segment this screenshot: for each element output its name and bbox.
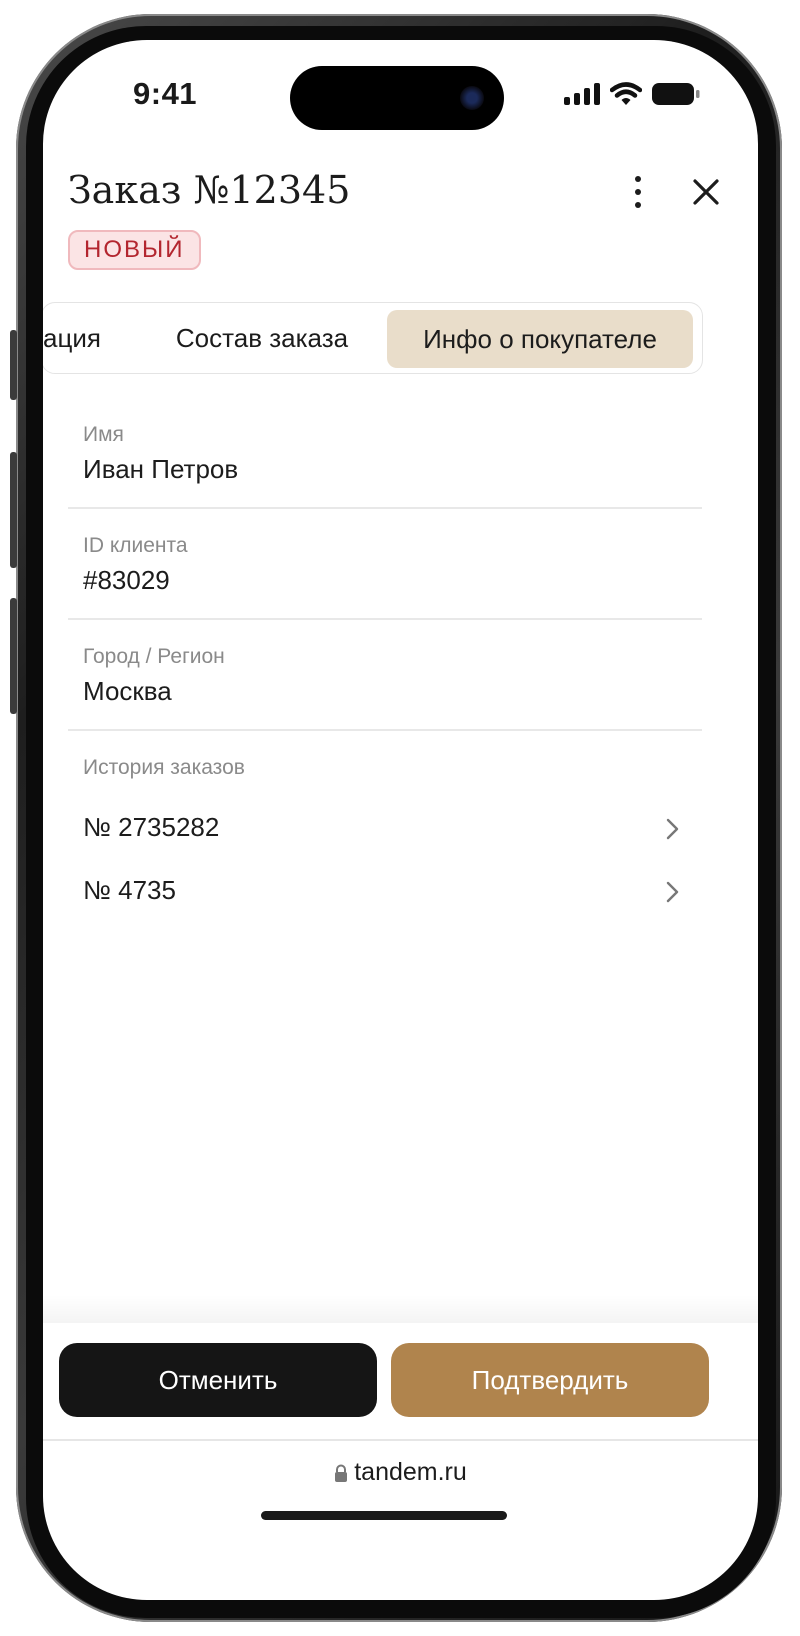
home-indicator[interactable] <box>261 1511 507 1520</box>
url-text: tandem.ru <box>354 1458 467 1486</box>
city-label: Город / Регион <box>83 645 225 668</box>
cancel-button[interactable]: Отменить <box>59 1343 377 1417</box>
status-time: 9:41 <box>133 76 198 111</box>
divider <box>68 729 702 731</box>
tab-info[interactable]: ация <box>43 303 137 373</box>
order-history-item[interactable]: № 4735 <box>68 865 702 923</box>
browser-address[interactable]: tandem.ru <box>43 1458 758 1487</box>
more-vertical-icon[interactable] <box>623 172 653 212</box>
order-history-label: История заказов <box>83 756 245 779</box>
close-icon[interactable] <box>686 172 726 212</box>
customer-id-value: #83029 <box>83 565 170 595</box>
order-history-number: № 4735 <box>83 875 176 905</box>
status-icons <box>564 82 700 106</box>
dot <box>635 189 641 195</box>
chevron-right-icon <box>666 818 679 840</box>
order-history-number: № 2735282 <box>83 812 220 842</box>
dot <box>635 202 641 208</box>
name-label: Имя <box>83 423 124 446</box>
phone-side-button <box>10 330 17 400</box>
dynamic-island <box>290 66 504 130</box>
screen: 9:41 Заказ №12345 НОВЫЙ ация Состав зака… <box>43 40 758 1600</box>
customer-id-label: ID клиента <box>83 534 188 557</box>
chevron-right-icon <box>666 881 679 903</box>
wifi-icon <box>610 82 642 105</box>
tab-bar: ация Состав заказа Инфо о покупателе <box>43 302 703 374</box>
name-value: Иван Петров <box>83 454 239 484</box>
signal-icon <box>564 83 600 105</box>
phone-side-button <box>10 598 17 714</box>
tab-customer-info[interactable]: Инфо о покупателе <box>387 310 693 368</box>
phone-side-button <box>10 452 17 568</box>
confirm-button[interactable]: Подтвердить <box>391 1343 709 1417</box>
camera-icon <box>460 86 484 110</box>
bottom-fade <box>43 1295 758 1323</box>
lock-icon <box>335 1464 348 1482</box>
page-title: Заказ №12345 <box>68 168 351 212</box>
divider <box>68 618 702 620</box>
status-badge: НОВЫЙ <box>68 230 201 270</box>
divider <box>68 507 702 509</box>
battery-icon <box>652 83 700 105</box>
tab-order-contents[interactable]: Состав заказа <box>147 303 377 373</box>
order-history-item[interactable]: № 2735282 <box>68 802 702 860</box>
dot <box>635 176 641 182</box>
browser-bar-divider <box>43 1439 758 1441</box>
city-value: Москва <box>83 676 172 706</box>
